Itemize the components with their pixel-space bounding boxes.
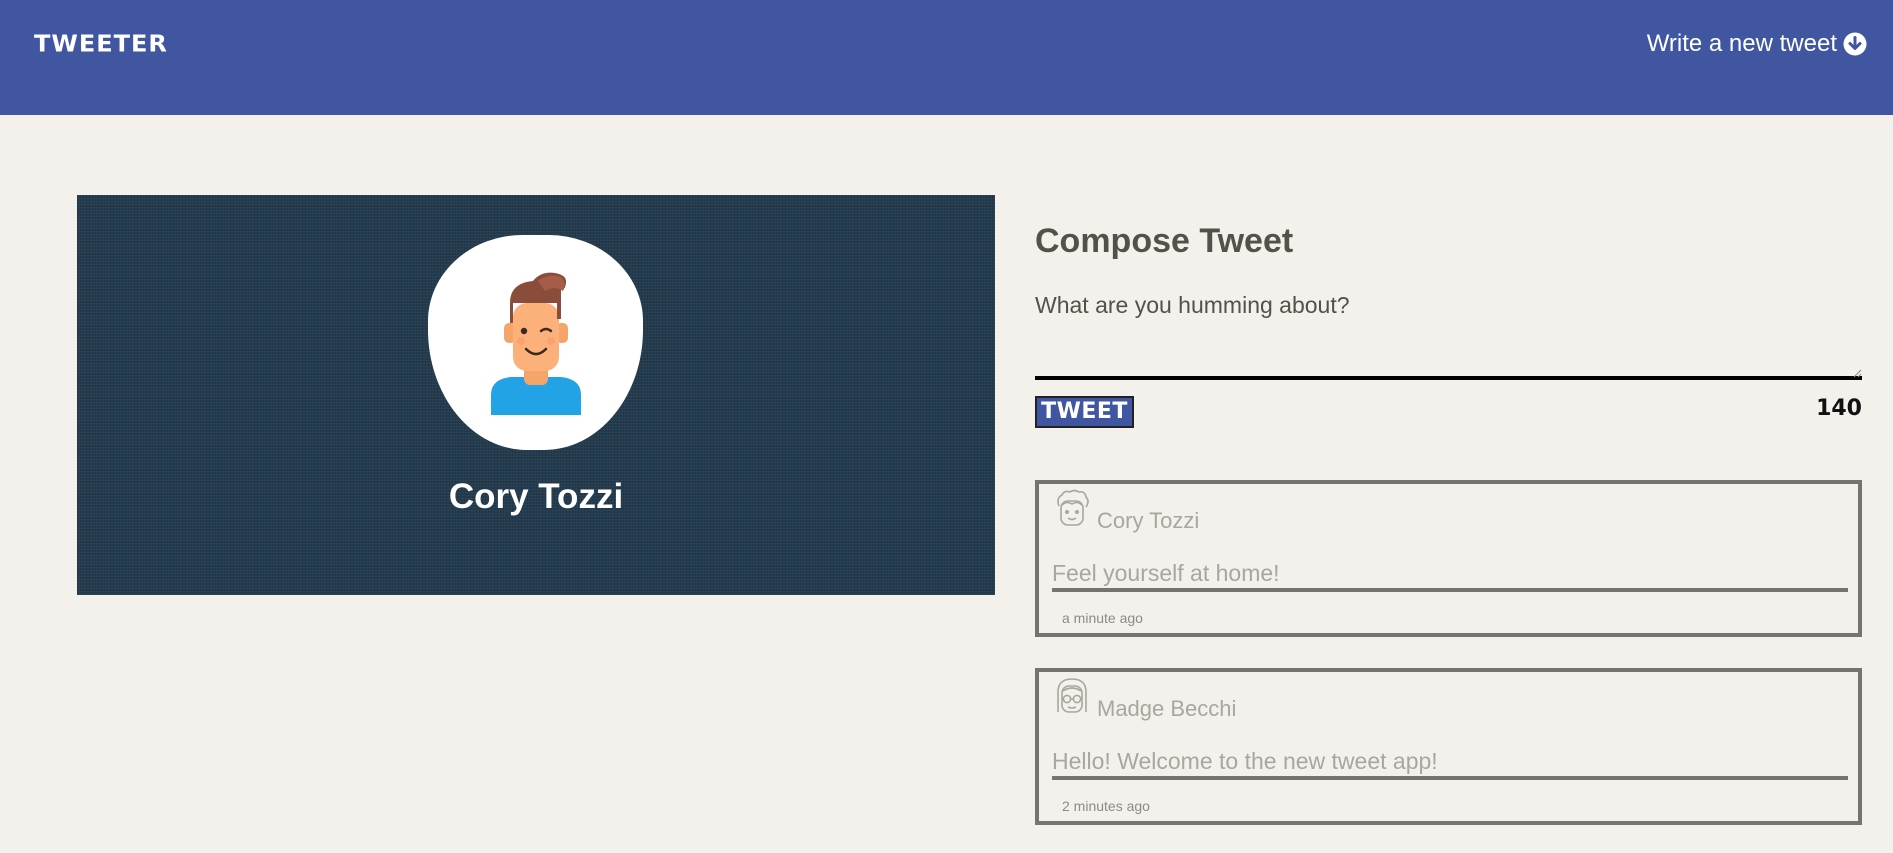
tweet-textarea[interactable]	[1035, 292, 1862, 380]
tweet-text: Feel yourself at home!	[1052, 560, 1848, 592]
arrow-down-circle-icon	[1843, 32, 1867, 56]
curly-hair-face-icon	[1057, 489, 1089, 526]
profile-name: Cory Tozzi	[448, 477, 624, 516]
tweet-timestamp: 2 minutes ago	[1062, 798, 1150, 814]
tweet-card: Cory Tozzi Feel yourself at home! a minu…	[1035, 480, 1862, 637]
winking-boy-avatar	[491, 272, 581, 415]
character-counter: 140	[1816, 396, 1862, 421]
compose-title: Compose Tweet	[1035, 222, 1294, 260]
brand-logo[interactable]: TWEETER	[34, 31, 168, 58]
profile-header: Cory Tozzi	[77, 195, 995, 595]
top-nav: TWEETER Write a new tweet	[0, 0, 1893, 115]
write-new-tweet-label: Write a new tweet	[1646, 30, 1837, 57]
write-new-tweet-button[interactable]: Write a new tweet	[1647, 30, 1867, 58]
compose-tweet-section: Compose Tweet TWEET 140	[1035, 222, 1862, 428]
tweet-author: Cory Tozzi	[1097, 508, 1200, 533]
tweet-card: Madge Becchi Hello! Welcome to the new t…	[1035, 668, 1862, 825]
resize-grip-icon[interactable]	[1852, 368, 1862, 378]
tweet-timestamp: a minute ago	[1062, 610, 1143, 626]
tweet-submit-button[interactable]: TWEET	[1035, 396, 1134, 428]
glasses-face-icon	[1057, 678, 1087, 713]
profile-avatar	[428, 235, 643, 450]
tweet-author: Madge Becchi	[1097, 696, 1237, 721]
tweet-text: Hello! Welcome to the new tweet app!	[1052, 748, 1848, 780]
